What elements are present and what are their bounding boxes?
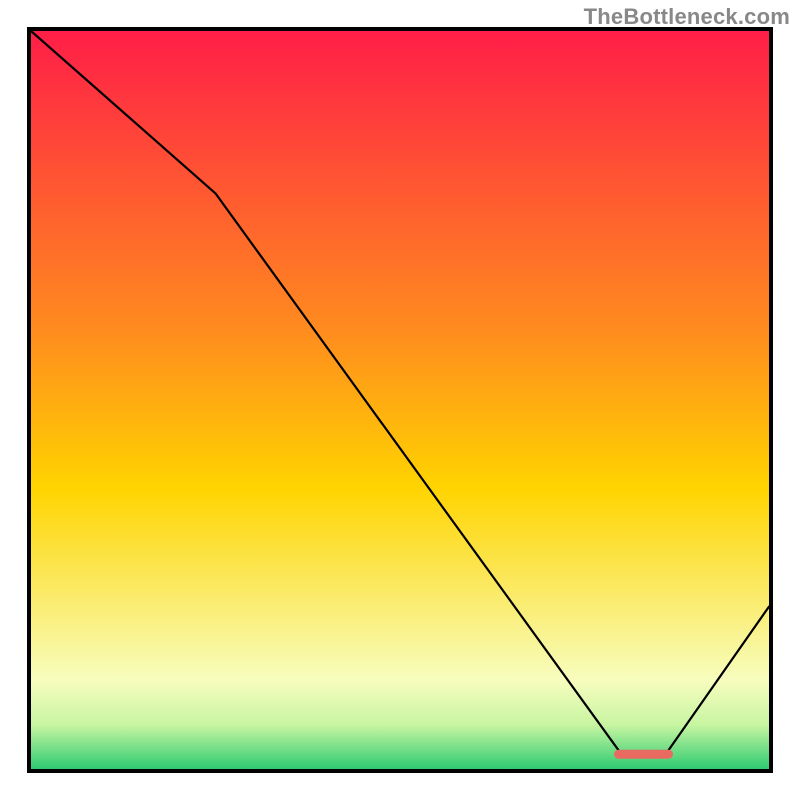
gradient-background xyxy=(31,31,769,769)
chart-container: TheBottleneck.com xyxy=(0,0,800,800)
plot-area xyxy=(29,29,771,771)
watermark-text: TheBottleneck.com xyxy=(584,4,790,30)
highlight-marker xyxy=(614,750,673,759)
chart-svg xyxy=(0,0,800,800)
